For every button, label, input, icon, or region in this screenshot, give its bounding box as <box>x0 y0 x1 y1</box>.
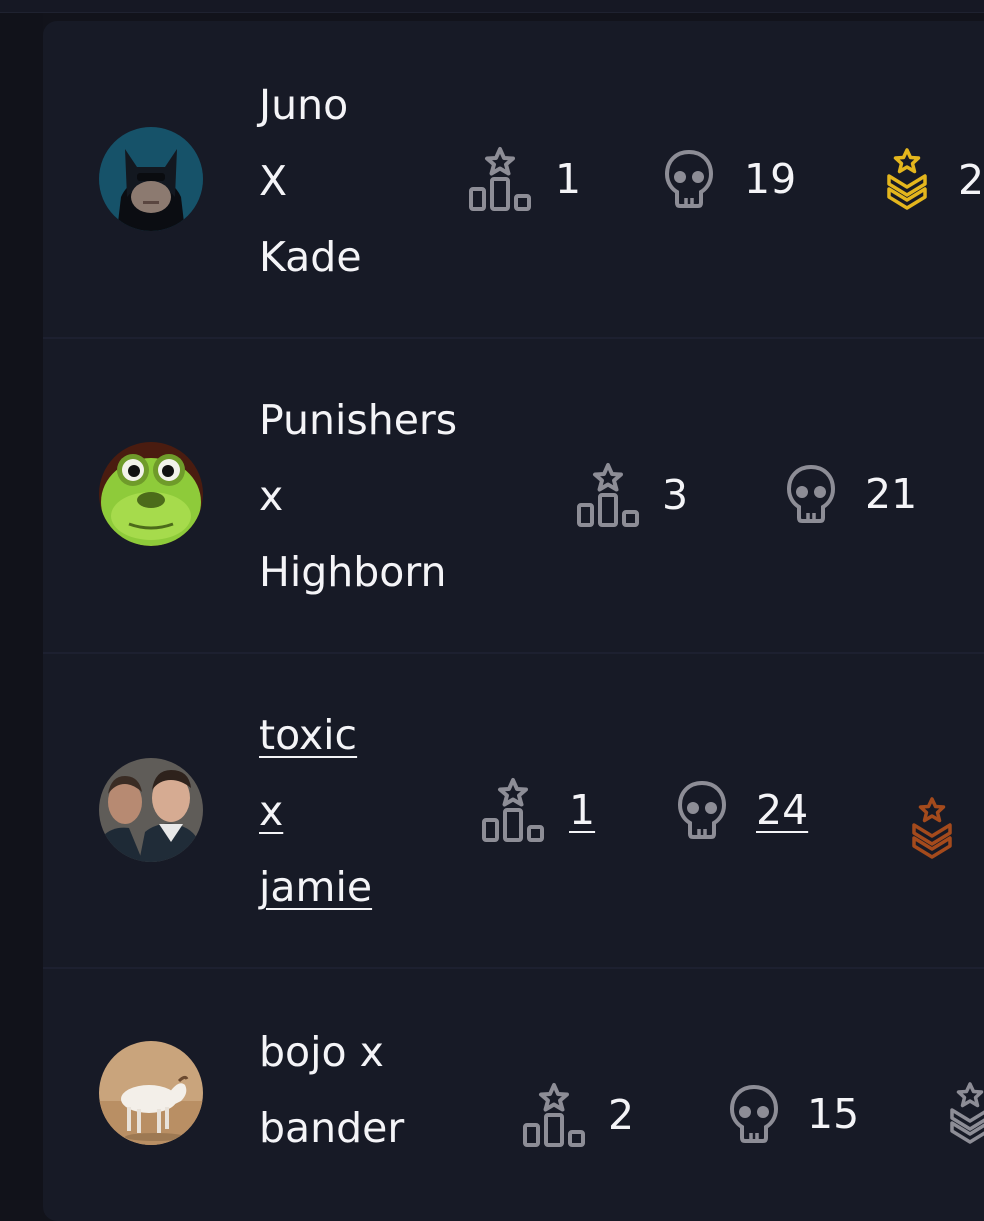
kills-stat: 15 <box>729 1084 859 1144</box>
placement-stat: 2 <box>521 1081 634 1149</box>
rank-stat: 2 <box>886 147 984 213</box>
kills-value: 19 <box>744 155 797 203</box>
team-avatar <box>99 442 203 546</box>
result-row[interactable]: toxic x jamie 1 24 <box>43 652 984 969</box>
placement-stat[interactable]: 1 <box>480 776 595 844</box>
team-name: bojo x bander <box>259 1014 404 1166</box>
team-name-line: x <box>259 472 284 520</box>
team-name-line: X <box>259 157 288 205</box>
rank-value: 2 <box>958 156 984 204</box>
placement-value: 3 <box>662 471 689 519</box>
skull-icon <box>677 780 727 839</box>
podium-icon <box>577 463 639 527</box>
team-name-line: Kade <box>259 233 362 281</box>
kills-value[interactable]: 24 <box>756 786 808 834</box>
kills-stat: 19 <box>664 149 796 209</box>
team-name-line: bander <box>259 1104 405 1152</box>
placement-value[interactable]: 1 <box>569 786 595 834</box>
frog-avatar <box>99 442 203 546</box>
rank-stat <box>949 1081 984 1147</box>
skull-icon <box>786 464 836 523</box>
rank-stat <box>911 796 953 862</box>
result-row[interactable]: bojo x bander 2 15 <box>43 967 984 1221</box>
gold-rank-icon <box>887 148 927 210</box>
team-name: Punishers x Highborn <box>259 382 457 610</box>
bronze-rank-icon <box>912 797 952 859</box>
placement-value: 1 <box>555 155 582 203</box>
kills-stat[interactable]: 24 <box>677 780 808 840</box>
results-card: Juno X Kade 1 19 2 Punishers x Highborn … <box>43 21 984 1221</box>
skull-icon <box>729 1084 779 1143</box>
kills-stat: 21 <box>786 464 917 524</box>
left-gutter <box>0 13 43 1200</box>
podium-icon <box>482 778 544 842</box>
team-name-line: Highborn <box>259 548 447 596</box>
team-name-line[interactable]: toxic <box>259 697 372 773</box>
team-name-link[interactable]: toxic x jamie <box>259 697 372 925</box>
top-bar <box>0 0 984 13</box>
batman-avatar <box>99 127 203 231</box>
goat-avatar <box>99 1041 203 1145</box>
team-name-line: bojo x <box>259 1028 384 1076</box>
gray-rank-icon <box>950 1082 984 1144</box>
team-avatar <box>99 127 203 231</box>
kills-value: 15 <box>807 1090 860 1138</box>
kills-value: 21 <box>865 470 918 518</box>
result-row[interactable]: Punishers x Highborn 3 21 <box>43 337 984 654</box>
team-name-line: Punishers <box>259 396 458 444</box>
placement-value: 2 <box>608 1091 635 1139</box>
placement-stat: 1 <box>467 145 581 213</box>
team-name-line[interactable]: jamie <box>259 849 372 925</box>
two-men-avatar <box>99 758 203 862</box>
team-name-line: Juno <box>259 81 349 129</box>
podium-icon <box>469 147 531 211</box>
placement-stat: 3 <box>575 461 688 529</box>
podium-icon <box>523 1083 585 1147</box>
team-name-line[interactable]: x <box>259 773 372 849</box>
team-name: Juno X Kade <box>259 67 362 295</box>
team-avatar <box>99 1041 203 1145</box>
team-avatar <box>99 758 203 862</box>
result-row[interactable]: Juno X Kade 1 19 2 <box>43 21 984 339</box>
skull-icon <box>664 149 714 208</box>
